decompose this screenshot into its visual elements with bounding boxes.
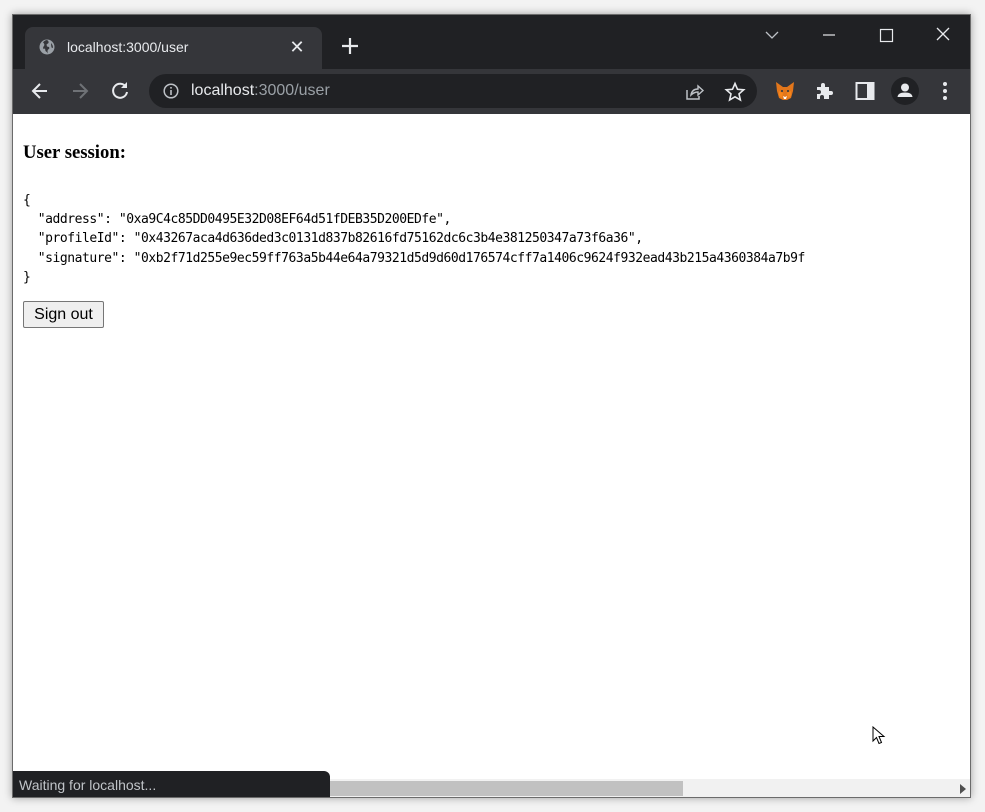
kebab-menu-icon[interactable] — [933, 79, 957, 103]
browser-toolbar: localhost:3000/user — [13, 69, 970, 114]
metamask-fox-icon[interactable] — [773, 79, 797, 103]
mouse-cursor-icon — [872, 726, 886, 745]
status-bubble: Waiting for localhost... — [13, 771, 330, 797]
url-host: localhost — [191, 82, 255, 99]
globe-icon — [39, 39, 55, 55]
minimize-icon[interactable] — [814, 25, 844, 45]
share-icon[interactable] — [683, 81, 705, 103]
forward-icon[interactable] — [68, 79, 92, 103]
close-icon[interactable] — [928, 25, 958, 45]
tab-title: localhost:3000/user — [67, 39, 189, 55]
reload-icon[interactable] — [108, 79, 132, 103]
profile-avatar-icon[interactable] — [891, 77, 919, 105]
url-path: :3000/user — [254, 82, 330, 99]
session-json: { "address": "0xa9C4c85DD0495E32D08EF64d… — [23, 193, 805, 285]
bookmark-star-icon[interactable] — [724, 81, 746, 103]
back-icon[interactable] — [28, 79, 52, 103]
browser-window: localhost:3000/user ✕ localhost:3000/use… — [12, 14, 971, 798]
url-text[interactable]: localhost:3000/user — [191, 82, 330, 100]
plus-icon[interactable] — [339, 35, 361, 57]
maximize-icon[interactable] — [871, 25, 901, 45]
page-content: User session: { "address": "0xa9C4c85DD0… — [13, 114, 970, 779]
browser-tab[interactable]: localhost:3000/user ✕ — [25, 27, 322, 69]
side-panel-icon[interactable] — [853, 79, 877, 103]
info-icon[interactable] — [163, 83, 179, 99]
tab-search-chevron-icon[interactable] — [757, 25, 787, 45]
tab-close-icon[interactable]: ✕ — [287, 37, 307, 57]
sign-out-button[interactable]: Sign out — [23, 301, 104, 328]
scroll-right-arrow-icon[interactable] — [960, 784, 966, 794]
title-bar: localhost:3000/user ✕ — [13, 15, 970, 69]
puzzle-extensions-icon[interactable] — [813, 79, 837, 103]
address-bar[interactable]: localhost:3000/user — [149, 74, 757, 108]
page-heading: User session: — [23, 142, 126, 163]
